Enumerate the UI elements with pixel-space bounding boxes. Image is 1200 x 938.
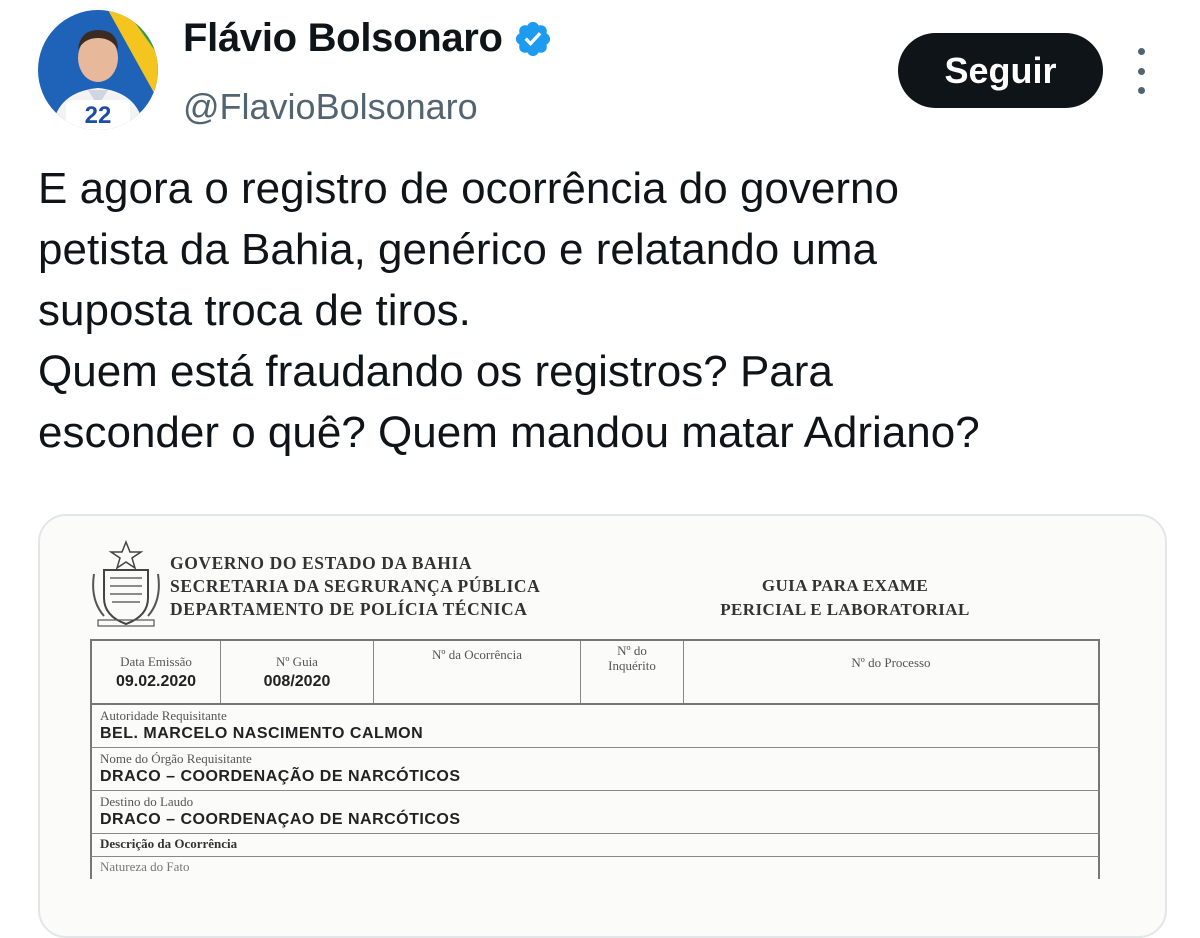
tweet-line: suposta troca de tiros. xyxy=(38,286,471,335)
user-handle[interactable]: @FlavioBolsonaro xyxy=(183,86,478,128)
document-title: GUIA PARA EXAME PERICIAL E LABORATORIAL xyxy=(670,574,1020,622)
field-autoridade: Autoridade Requisitante BEL. MARCELO NAS… xyxy=(90,705,1100,748)
form-top-row: Data Emissão 09.02.2020 Nº Guia 008/2020… xyxy=(90,639,1100,705)
form-grid: Data Emissão 09.02.2020 Nº Guia 008/2020… xyxy=(90,639,1100,879)
document-scan: GOVERNO DO ESTADO DA BAHIA SECRETARIA DA… xyxy=(40,516,1165,936)
tweet-line: petista da Bahia, genérico e relatando u… xyxy=(38,225,878,274)
section-label: Descrição da Ocorrência xyxy=(100,836,238,851)
title-line: GUIA PARA EXAME xyxy=(761,576,929,595)
field-destino: Destino do Laudo DRACO – COORDENAÇAO DE … xyxy=(90,791,1100,834)
avatar[interactable]: 22 xyxy=(38,10,158,130)
header-line: DEPARTAMENTO DE POLÍCIA TÉCNICA xyxy=(170,599,528,619)
title-line: PERICIAL E LABORATORIAL xyxy=(720,600,970,619)
field-value: DRACO – COORDENAÇÃO DE NARCÓTICOS xyxy=(100,768,461,785)
dot xyxy=(1137,48,1145,55)
field-data-emissao: Data Emissão 09.02.2020 xyxy=(92,641,221,703)
field-label: Nº do xyxy=(617,643,647,658)
field-label: Nº Guia xyxy=(276,654,318,669)
field-value: DRACO – COORDENAÇAO DE NARCÓTICOS xyxy=(100,811,461,828)
tweet-line: Quem está fraudando os registros? Para xyxy=(38,347,833,396)
display-name[interactable]: Flávio Bolsonaro xyxy=(183,16,503,61)
tweet-media-image[interactable]: GOVERNO DO ESTADO DA BAHIA SECRETARIA DA… xyxy=(38,514,1167,938)
field-n-inquerito: Nº do Inquérito xyxy=(581,641,684,703)
header-line: SECRETARIA DA SEGRURANÇA PÚBLICA xyxy=(170,576,541,596)
field-label: Autoridade Requisitante xyxy=(100,708,227,723)
field-natureza: Natureza do Fato xyxy=(90,857,1100,879)
field-orgao: Nome do Órgão Requisitante DRACO – COORD… xyxy=(90,748,1100,791)
section-descricao: Descrição da Ocorrência xyxy=(90,834,1100,857)
field-n-guia: Nº Guia 008/2020 xyxy=(221,641,374,703)
field-value: 09.02.2020 xyxy=(115,673,197,690)
field-label: Nome do Órgão Requisitante xyxy=(100,751,252,766)
field-n-ocorrencia: Nº da Ocorrência xyxy=(374,641,581,703)
state-coat-of-arms-icon xyxy=(92,540,160,627)
field-value: 008/2020 xyxy=(263,673,331,690)
field-label: Data Emissão xyxy=(120,654,192,669)
field-label: Nº do Processo xyxy=(851,655,931,670)
document-header: GOVERNO DO ESTADO DA BAHIA SECRETARIA DA… xyxy=(170,552,540,621)
field-label: Inquérito xyxy=(608,658,656,673)
field-value: BEL. MARCELO NASCIMENTO CALMON xyxy=(100,725,424,742)
more-vertical-icon[interactable] xyxy=(1126,48,1156,94)
header-line: GOVERNO DO ESTADO DA BAHIA xyxy=(170,553,473,573)
tweet-line: E agora o registro de ocorrência do gove… xyxy=(38,164,899,213)
avatar-badge: 22 xyxy=(66,100,130,130)
verified-badge-icon xyxy=(515,21,550,56)
dot xyxy=(1137,67,1145,75)
follow-button[interactable]: Seguir xyxy=(898,33,1103,108)
field-label: Nº da Ocorrência xyxy=(432,647,522,662)
field-label: Natureza do Fato xyxy=(100,859,190,874)
author-name-row: Flávio Bolsonaro xyxy=(183,16,553,61)
dot xyxy=(1137,87,1145,94)
tweet-text: E agora o registro de ocorrência do gove… xyxy=(38,158,1178,463)
tweet-line: esconder o quê? Quem mandou matar Adrian… xyxy=(38,408,980,457)
field-label: Destino do Laudo xyxy=(100,794,194,809)
field-n-processo: Nº do Processo xyxy=(684,641,1098,703)
